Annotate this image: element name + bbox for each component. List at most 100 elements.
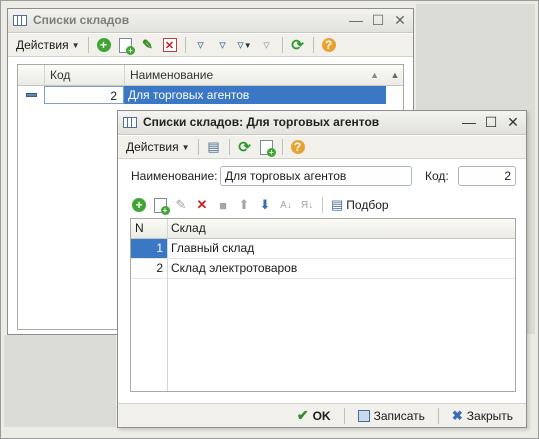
filter-icon: ▿: [197, 37, 204, 52]
toolbar-separator: [197, 139, 199, 155]
copy-row-button[interactable]: +: [151, 196, 170, 215]
delete-button[interactable]: ✕: [160, 35, 180, 55]
clear-filter-icon: ▿: [263, 37, 270, 52]
close-icon[interactable]: ✕: [392, 12, 408, 28]
pick-icon: ▤: [331, 197, 344, 212]
maximize-icon[interactable]: ☐: [370, 12, 386, 28]
row-warehouse-cell[interactable]: Склад электротоваров: [168, 259, 515, 278]
ok-button[interactable]: ✔ OK: [292, 406, 336, 426]
footer-separator: [343, 407, 345, 424]
toolbar: Действия ▼ + + ✎ ✕ ▿ ▿ ▿ ▼ ▿ ⟳ ?: [8, 34, 413, 57]
window-title: Списки складов: Для торговых агентов: [143, 115, 380, 129]
warehouse-list-form-window: Списки складов: Для торговых агентов — ☐…: [117, 110, 527, 428]
copy-icon: +: [153, 197, 170, 215]
maximize-icon[interactable]: ☐: [483, 114, 499, 130]
toolbar-separator: [228, 139, 230, 155]
ok-button-label: OK: [312, 408, 331, 423]
minimize-icon[interactable]: —: [348, 12, 364, 28]
checkmark-icon: ✔: [296, 407, 309, 423]
code-input[interactable]: 2: [458, 166, 516, 186]
table-row[interactable]: 1 Главный склад: [131, 239, 515, 259]
edit-row-button[interactable]: ✎: [172, 196, 190, 214]
marker-column-header: [18, 65, 45, 85]
pencil-icon: ✎: [142, 37, 153, 52]
row-name-cell[interactable]: Для торговых агентов: [124, 86, 386, 104]
delete-row-button[interactable]: ✕: [193, 196, 211, 214]
copy-icon: +: [260, 139, 276, 157]
toolbar-separator: [184, 37, 186, 53]
add-row-button[interactable]: +: [130, 196, 148, 214]
filter-by-value-button[interactable]: ▿: [213, 35, 233, 55]
sort-icon: ▲: [370, 70, 379, 80]
sort-asc-button[interactable]: A↓: [277, 196, 295, 214]
table-row[interactable]: 2 Склад электротоваров: [131, 259, 515, 279]
tabular-section-toolbar: + + ✎ ✕ ■ ⬆ ⬇ A↓ Я↓ ▤ Подбор: [130, 195, 389, 215]
close-button[interactable]: ✖ Закрыть: [447, 406, 518, 426]
delete-icon: ✕: [162, 38, 177, 52]
save-button[interactable]: Записать: [353, 406, 430, 426]
actions-menu[interactable]: Действия ▼: [12, 36, 84, 55]
copy-button[interactable]: +: [116, 35, 136, 55]
reread-icon: ⟳: [238, 139, 251, 156]
reread-button[interactable]: ⟳: [235, 137, 255, 157]
sort-descending-icon: Я↓: [300, 199, 314, 211]
filter-value-icon: ▿: [219, 37, 226, 52]
filter-button[interactable]: ▿: [191, 35, 211, 55]
delete-icon: ✕: [196, 197, 208, 212]
save-button-label: Записать: [373, 408, 425, 423]
end-edit-button[interactable]: ■: [214, 196, 232, 214]
add-button[interactable]: +: [94, 35, 114, 55]
row-warehouse-cell[interactable]: Главный склад: [168, 239, 515, 258]
clear-filter-button[interactable]: ▿: [257, 35, 277, 55]
move-down-button[interactable]: ⬇: [256, 196, 274, 214]
column-header-code[interactable]: Код: [45, 65, 125, 85]
toolbar: Действия ▼ ▤ ⟳ + ?: [118, 136, 526, 159]
move-up-button[interactable]: ⬆: [235, 196, 253, 214]
refresh-button[interactable]: ⟳: [288, 35, 308, 55]
sort-ascending-icon: A↓: [280, 199, 292, 211]
close-button-label: Закрыть: [466, 408, 513, 423]
close-x-icon: ✖: [451, 407, 463, 423]
write-close-button[interactable]: ▤: [204, 137, 224, 157]
window-titlebar[interactable]: Списки складов: Для торговых агентов — ☐…: [118, 111, 526, 135]
scroll-up-arrow-icon[interactable]: ▲: [387, 65, 403, 85]
help-icon: ?: [290, 140, 305, 154]
minimize-icon[interactable]: —: [461, 114, 477, 130]
help-button[interactable]: ?: [288, 137, 308, 157]
row-number-cell[interactable]: 2: [131, 259, 167, 278]
sort-desc-button[interactable]: Я↓: [298, 196, 316, 214]
actions-menu[interactable]: Действия ▼: [122, 138, 194, 157]
column-header-n[interactable]: N: [131, 219, 167, 238]
save-row-icon: ■: [219, 197, 227, 213]
column-header-warehouse[interactable]: Склад: [168, 219, 515, 238]
filter-history-button[interactable]: ▿ ▼: [235, 35, 255, 55]
refresh-icon: ⟳: [291, 37, 304, 54]
warehouses-table[interactable]: N Склад 1 Главный склад 2 Склад электрот…: [130, 218, 516, 392]
actions-menu-label: Действия: [126, 140, 179, 154]
chevron-down-icon: ▼: [181, 142, 190, 152]
name-input[interactable]: Для торговых агентов: [220, 166, 412, 186]
row-number-cell[interactable]: 1: [131, 239, 167, 258]
close-icon[interactable]: ✕: [505, 114, 521, 130]
chevron-down-icon: ▼: [71, 40, 80, 50]
copy-button[interactable]: +: [257, 137, 277, 157]
row-code-cell[interactable]: 2: [44, 86, 124, 104]
code-label: Код:: [425, 169, 449, 183]
column-header-name[interactable]: Наименование ▲: [125, 65, 387, 85]
add-icon: +: [96, 38, 111, 52]
help-button[interactable]: ?: [319, 35, 339, 55]
table-row[interactable]: 2 Для торговых агентов: [18, 86, 386, 104]
copy-icon: +: [119, 37, 135, 55]
toolbar-separator: [281, 139, 283, 155]
save-icon: [357, 409, 370, 422]
edit-button[interactable]: ✎: [138, 35, 158, 55]
table-icon: [13, 15, 27, 26]
background-area-bottom: [4, 335, 116, 427]
footer-separator: [437, 407, 439, 424]
row-element-icon: [26, 93, 37, 97]
window-titlebar[interactable]: Списки складов — ☐ ✕: [8, 9, 413, 33]
table-icon: [123, 117, 137, 128]
pick-button[interactable]: ▤ Подбор: [331, 197, 389, 213]
column-header-name-label: Наименование: [130, 68, 214, 82]
arrow-down-icon: ⬇: [259, 197, 271, 212]
